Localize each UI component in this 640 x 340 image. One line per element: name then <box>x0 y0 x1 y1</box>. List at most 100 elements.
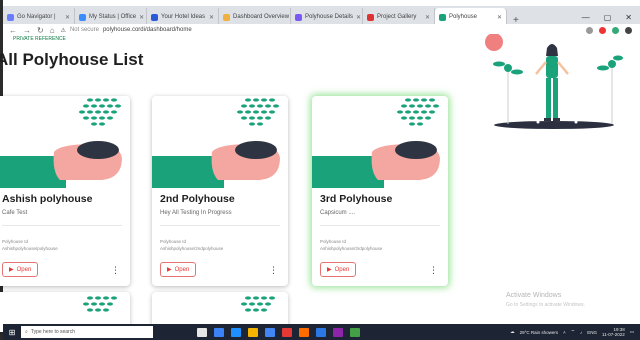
tab-close-icon[interactable]: ✕ <box>65 14 70 21</box>
maximize-icon[interactable]: ▢ <box>604 13 612 22</box>
home-icon[interactable]: ⌂ <box>50 26 55 35</box>
card-divider <box>2 225 122 226</box>
card-title: Ashish polyhouse <box>2 193 93 205</box>
app-icon[interactable] <box>299 327 309 337</box>
lock-icon: ⚠ <box>60 27 66 34</box>
reload-icon[interactable]: ↻ <box>37 26 44 35</box>
app-icon[interactable] <box>350 327 360 337</box>
url-text: polyhouse.cordi/dashboard/home <box>102 27 192 33</box>
polyhouse-card: 2nd Polyhouse Hey All Testing In Progres… <box>152 96 288 286</box>
taskbar-apps <box>197 327 360 337</box>
open-button[interactable]: ▶ Open <box>2 262 39 277</box>
polyhouse-card: Ashish polyhouse Cafe Test Polyhouse Id … <box>0 96 130 286</box>
tab-favicon-icon <box>367 13 374 21</box>
tab-close-icon[interactable]: ✕ <box>139 14 144 21</box>
card-meta-value: Ashishpolyhouse/2ndpolyhouse <box>160 246 224 251</box>
tab-label: Polyhouse Details <box>305 14 354 20</box>
tab-favicon-icon <box>7 13 14 21</box>
file-explorer-icon[interactable] <box>248 327 258 337</box>
play-icon: ▶ <box>9 267 14 273</box>
tab-close-icon[interactable]: ✕ <box>497 14 502 21</box>
tab-close-icon[interactable]: ✕ <box>425 14 430 21</box>
tab-favicon-icon <box>223 13 230 21</box>
polyhouse-card-selected: 3rd Polyhouse Capsicum .... Polyhouse Id… <box>312 96 448 286</box>
tab-label: My Status | Office <box>89 14 137 20</box>
page-title: All Polyhouse List <box>0 50 144 69</box>
tab-favicon-icon <box>79 13 86 21</box>
play-icon: ▶ <box>167 267 172 273</box>
card-title: 3rd Polyhouse <box>320 193 393 205</box>
edge-icon[interactable] <box>231 327 241 337</box>
play-icon: ▶ <box>327 267 332 273</box>
security-label: Not secure <box>69 27 99 33</box>
extension-icon[interactable] <box>599 26 606 34</box>
tab-favicon-icon <box>439 13 446 21</box>
card-meta-label: Polyhouse Id <box>160 239 187 244</box>
close-window-icon[interactable]: ✕ <box>625 13 632 22</box>
card-divider <box>160 225 280 226</box>
system-tray: ☁ 29°C Rain showers ˄ ⌔ ♪ ENG 19:38 11-0… <box>510 327 640 337</box>
clock-date: 11-07-2022 <box>602 332 625 337</box>
browser-tab-strip: Go Navigator | ✕ My Status | Office ✕ Your… <box>3 6 640 26</box>
open-button[interactable]: ▶ Open <box>320 262 357 277</box>
tab-label: Dashboard Overview <box>233 14 290 20</box>
extensions-area <box>586 26 640 34</box>
open-button[interactable]: ▶ Open <box>160 262 197 277</box>
open-button-label: Open <box>16 266 32 273</box>
volume-icon[interactable]: ♪ <box>580 330 582 335</box>
search-icon: ⌕ <box>25 329 28 335</box>
minimize-icon[interactable]: — <box>582 13 590 22</box>
activation-watermark-subtitle: Go to Settings to activate Windows. <box>506 302 585 308</box>
app-icon[interactable] <box>282 327 292 337</box>
gardener-illustration <box>485 34 623 129</box>
taskbar-clock[interactable]: 19:38 11-07-2022 <box>602 327 625 337</box>
card-divider <box>320 225 440 226</box>
tab-label: Polyhouse <box>449 14 478 20</box>
tray-chevron-icon[interactable]: ˄ <box>563 330 566 335</box>
app-icon[interactable] <box>214 327 224 337</box>
sleeping-person-illustration <box>312 98 440 188</box>
weather-text[interactable]: 29°C Rain showers <box>520 330 559 335</box>
url-field[interactable]: ⚠ Not secure polyhouse.cordi/dashboard/h… <box>61 27 192 34</box>
app-icon[interactable] <box>316 327 326 337</box>
tab-label: Your Hotel Ideas <box>161 14 206 20</box>
chrome-icon[interactable] <box>265 327 275 337</box>
tab-label: Project Gallery <box>377 14 417 20</box>
taskbar-search-input[interactable]: ⌕ Type here to search <box>21 326 153 338</box>
app-icon[interactable] <box>333 327 343 337</box>
sleeping-person-illustration <box>152 98 280 188</box>
tab-label: Go Navigator | <box>17 14 56 20</box>
profile-icon[interactable] <box>625 26 632 34</box>
taskbar-search-placeholder: Type here to search <box>30 329 76 335</box>
weather-icon[interactable]: ☁ <box>510 329 515 335</box>
back-icon[interactable]: ← <box>9 26 17 35</box>
language-indicator[interactable]: ENG <box>587 330 597 335</box>
card-title: 2nd Polyhouse <box>160 193 235 205</box>
notification-icon[interactable]: ▭ <box>630 329 634 335</box>
kebab-menu-icon[interactable]: ⋮ <box>429 266 438 275</box>
extension-icon[interactable] <box>612 26 619 34</box>
tab-close-icon[interactable]: ✕ <box>209 14 214 21</box>
card-meta-value: Ashishpolyhouse/polyhouse <box>2 246 58 251</box>
tab-favicon-icon <box>151 13 158 21</box>
kebab-menu-icon[interactable]: ⋮ <box>269 266 278 275</box>
card-meta-label: Polyhouse Id <box>320 239 347 244</box>
task-view-icon[interactable] <box>197 327 207 337</box>
sleeping-person-illustration <box>0 98 122 188</box>
card-description: Capsicum .... <box>320 210 356 216</box>
tab-favicon-icon <box>295 13 302 21</box>
bookmark-item[interactable]: PRIVATE REFERENCE <box>3 36 66 44</box>
card-description: Hey All Testing In Progress <box>160 210 232 216</box>
activation-watermark-title: Activate Windows <box>506 292 562 299</box>
card-meta-label: Polyhouse Id <box>2 239 29 244</box>
card-description: Cafe Test <box>2 210 28 216</box>
open-button-label: Open <box>174 266 190 273</box>
forward-icon[interactable]: → <box>23 26 31 35</box>
card-meta-value: Ashishpolyhouse/3rdpolyhouse <box>320 246 383 251</box>
tab-close-icon[interactable]: ✕ <box>356 14 361 21</box>
extension-icon[interactable] <box>586 26 593 34</box>
kebab-menu-icon[interactable]: ⋮ <box>111 266 120 275</box>
windows-start-icon[interactable]: ⊞ <box>3 324 21 340</box>
open-button-label: Open <box>334 266 350 273</box>
network-icon[interactable]: ⌔ <box>571 329 575 335</box>
